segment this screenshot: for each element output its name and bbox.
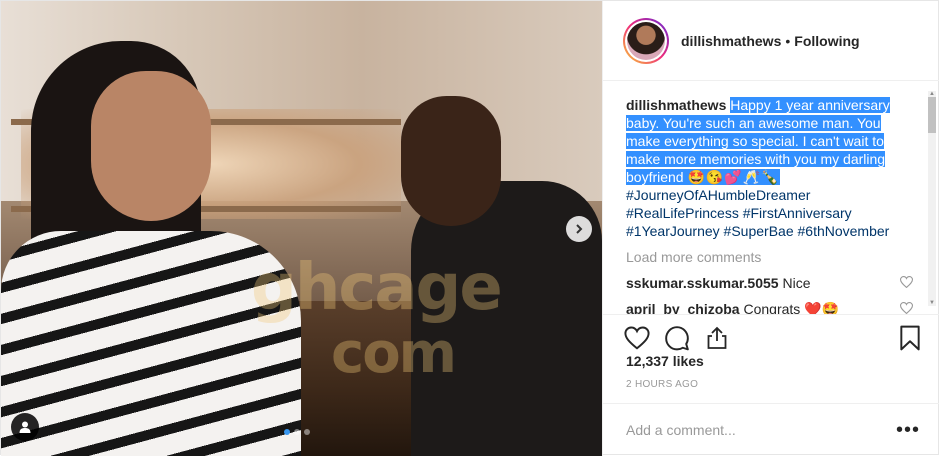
load-more-comments-button[interactable]: Load more comments — [626, 248, 914, 266]
avatar[interactable] — [623, 17, 669, 64]
post-caption: dillishmathews Happy 1 year anniversary … — [626, 96, 914, 240]
comment-input[interactable]: Add a comment... — [626, 422, 896, 438]
carousel-dot — [284, 429, 290, 435]
comments-scrollbar[interactable]: ▲ ▼ — [928, 91, 936, 306]
scrollbar-thumb[interactable] — [928, 97, 936, 133]
comment-item: sskumar.sskumar.5055 Nice — [626, 274, 914, 292]
caption-emoji: 🤩😘💕🥂🍾 — [687, 169, 780, 185]
post-side-panel: dillishmathews • Following dillishmathews … — [602, 1, 939, 456]
comment-item: april_by_chizoba Congrats ❤️🤩 — [626, 300, 914, 314]
share-icon[interactable] — [703, 324, 731, 352]
follow-status-button[interactable]: Following — [794, 33, 859, 49]
heart-icon[interactable] — [899, 302, 914, 314]
more-options-icon[interactable]: ••• — [896, 420, 920, 440]
header-separator: • — [785, 32, 791, 49]
photo-watermark: com — [331, 321, 457, 386]
carousel-dot — [294, 429, 300, 435]
post-photo[interactable]: ghcage com — [1, 1, 602, 456]
carousel-indicator — [284, 429, 310, 435]
hashtag-link[interactable]: #JourneyOfAHumbleDreamer — [626, 186, 914, 204]
chevron-right-icon[interactable] — [566, 216, 592, 242]
heart-icon[interactable] — [623, 324, 651, 352]
add-comment-bar: Add a comment... ••• — [603, 403, 939, 456]
post-header: dillishmathews • Following — [603, 1, 939, 81]
hashtag-link[interactable]: #1YearJourney #SuperBae #6thNovember — [626, 222, 914, 240]
comment-username[interactable]: april_by_chizoba — [626, 301, 740, 314]
caption-username[interactable]: dillishmathews — [626, 97, 726, 113]
avatar-image — [627, 21, 665, 60]
carousel-dot — [304, 429, 310, 435]
user-tag-icon[interactable] — [11, 413, 39, 441]
heart-icon[interactable] — [899, 276, 914, 290]
photo-watermark: ghcage — [251, 251, 503, 325]
photo-woman-face — [91, 71, 211, 221]
header-user-info: dillishmathews • Following — [681, 33, 860, 49]
post-timestamp[interactable]: 2 HOURS AGO — [626, 379, 698, 390]
scroll-down-arrow-icon[interactable]: ▼ — [928, 300, 936, 306]
comment-text: Nice — [782, 275, 811, 291]
comment-username[interactable]: sskumar.sskumar.5055 — [626, 275, 779, 291]
comments-section: dillishmathews Happy 1 year anniversary … — [603, 82, 939, 314]
comment-text: Congrats ❤️🤩 — [743, 301, 840, 314]
photo-man-head — [401, 96, 501, 226]
instagram-post: ghcage com dillishmathews • Following di… — [0, 0, 939, 456]
bookmark-icon[interactable] — [896, 324, 924, 352]
hashtag-link[interactable]: #RealLifePrincess #FirstAnniversary — [626, 204, 914, 222]
comment-icon[interactable] — [663, 324, 691, 352]
likes-count[interactable]: 12,337 likes — [626, 353, 704, 369]
post-actions-bar — [603, 314, 939, 354]
header-username[interactable]: dillishmathews — [681, 33, 781, 49]
